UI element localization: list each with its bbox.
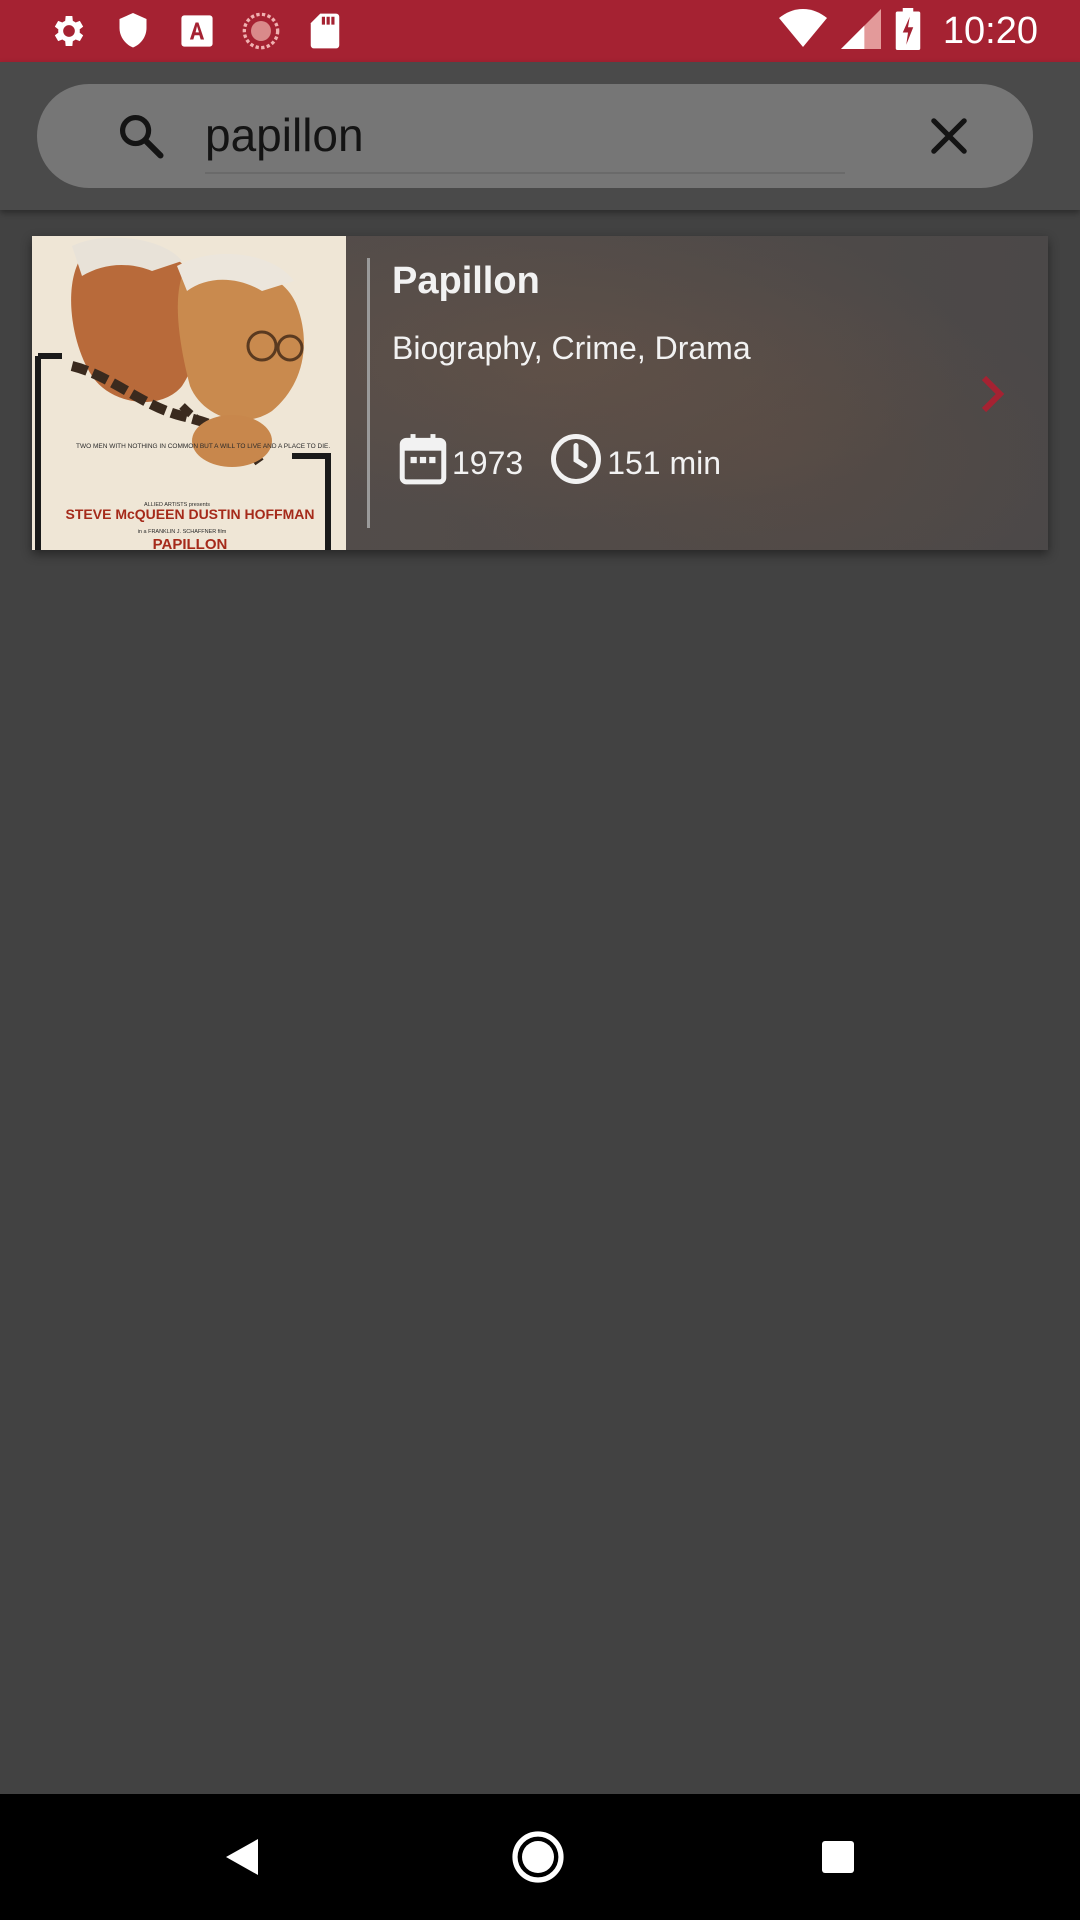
movie-title: Papillon	[392, 260, 540, 302]
sd-card-icon	[304, 10, 346, 52]
runtime-text: 151 min	[607, 444, 722, 481]
poster-art: TWO MEN WITH NOTHING IN COMMON BUT A WIL…	[32, 236, 346, 550]
poster-title: PAPILLON	[153, 536, 228, 550]
status-time: 10:20	[942, 9, 1038, 52]
signal-icon	[840, 8, 881, 54]
search-bar[interactable]	[37, 84, 1033, 188]
search-icon[interactable]	[115, 110, 167, 162]
movie-result-card[interactable]: TWO MEN WITH NOTHING IN COMMON BUT A WIL…	[32, 236, 1048, 550]
poster-producer: in a FRANKLIN J. SCHAFFNER film	[138, 529, 227, 535]
movie-genres: Biography, Crime, Drama	[392, 330, 751, 366]
shield-icon	[112, 10, 154, 52]
card-divider	[367, 258, 370, 528]
home-icon[interactable]	[508, 1827, 568, 1887]
font-a-icon	[176, 10, 218, 52]
close-icon[interactable]	[923, 110, 975, 162]
search-input[interactable]	[205, 98, 845, 174]
movie-poster: TWO MEN WITH NOTHING IN COMMON BUT A WIL…	[32, 236, 346, 550]
release-year: 1973	[398, 432, 523, 494]
chevron-right-icon[interactable]	[972, 372, 1012, 416]
sync-circle-icon	[240, 10, 282, 52]
poster-stars: STEVE McQUEEN DUSTIN HOFFMAN	[66, 506, 315, 522]
calendar-icon	[398, 432, 448, 494]
search-screen: 10:20 papillon TWO MEN WITH NOTHING IN C…	[0, 0, 1080, 1920]
release-year-text: 1973	[452, 444, 524, 481]
movie-meta: 1973 151 min	[398, 432, 739, 494]
clock-icon	[549, 432, 603, 494]
battery-charging-icon	[895, 7, 921, 55]
poster-tagline: TWO MEN WITH NOTHING IN COMMON BUT A WIL…	[76, 443, 330, 450]
status-bar: 10:20	[0, 0, 1080, 62]
wifi-icon	[778, 8, 827, 54]
navigation-bar	[0, 1794, 1080, 1920]
recents-icon[interactable]	[808, 1827, 868, 1887]
search-toolbar	[0, 62, 1080, 210]
runtime: 151 min	[549, 432, 721, 494]
back-icon[interactable]	[212, 1827, 272, 1887]
settings-icon	[48, 10, 90, 52]
